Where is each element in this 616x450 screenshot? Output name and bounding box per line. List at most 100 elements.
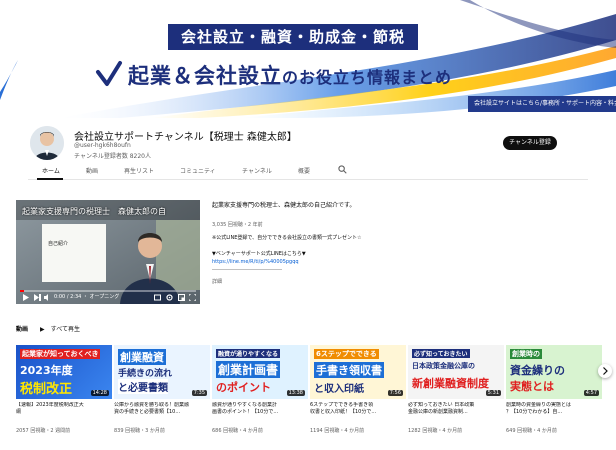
video-meta: 649 回視聴・4 か月前 — [506, 428, 557, 434]
thumbnail-caption: 起業家が知っておくべき — [20, 349, 101, 359]
settings-gear-icon[interactable] — [166, 294, 173, 301]
video-title-line: 収書と収入印紙！【10分で... — [310, 409, 377, 415]
featured-video-title[interactable]: 起業家支援専門の税理士、森健太郎の自己紹介です。 — [212, 200, 372, 209]
video-meta: 686 回視聴・4 か月前 — [212, 428, 263, 434]
video-meta: 839 回視聴・3 か月前 — [114, 428, 165, 434]
channel-handle: @user-hgk6h8oufn — [74, 142, 131, 149]
video-duration: 7:35 — [191, 390, 207, 396]
volume-icon[interactable] — [44, 294, 51, 301]
featured-video-description: 起業家支援専門の税理士、森健太郎の自己紹介です。 3,035 回視聴・2 年前 … — [212, 200, 372, 285]
play-all-button[interactable]: ▶ すべて再生 — [40, 324, 80, 333]
thumbnail-caption: のポイント — [216, 381, 271, 394]
thumbnail-caption: 創業時の — [510, 349, 542, 359]
channel-banner: 会社設立・融資・助成金・節税 起業＆会社設立のお役立ち情報まとめ 会社設立サイト… — [0, 0, 616, 118]
featured-inner-label: 自己紹介 — [48, 241, 69, 247]
miniplayer-icon[interactable] — [178, 294, 185, 301]
search-icon[interactable] — [338, 165, 347, 174]
thumbnail-caption: 2023年度 — [20, 364, 73, 377]
video-title-line: 綱 — [16, 409, 22, 415]
video-thumbnail[interactable]: 創業時の 資金繰りの 実態とは 4:57 — [506, 345, 602, 399]
video-duration: 13:38 — [286, 390, 305, 396]
avatar-person-icon — [30, 126, 64, 160]
video-duration: 7:56 — [387, 390, 403, 396]
video-title-line: 6ステップでできる手書き領 — [310, 402, 374, 408]
active-tab-underline — [37, 178, 63, 180]
channel-name: 会社設立サポートチャンネル【税理士 森健太郎】 — [74, 132, 297, 143]
thumbnail-caption: 新創業融資制度 — [412, 377, 489, 390]
thumbnail-caption: 手続きの流れ — [118, 369, 173, 379]
thumbnail-caption: 創業計画書 — [216, 361, 281, 378]
carousel-next-button[interactable] — [598, 364, 612, 378]
video-title-line: 【速報】2023年度税制改正大 — [16, 402, 84, 408]
thumbnail-caption: 必ず知っておきたい — [412, 349, 470, 358]
play-icon[interactable] — [22, 294, 29, 301]
thumbnail-caption: と収入印紙 — [314, 384, 364, 395]
video-thumbnail[interactable]: 必ず知っておきたい 日本政策金融公庫の 新創業融資制度 5:31 — [408, 345, 504, 399]
thumbnail-caption: 実態とは — [510, 380, 554, 393]
subscribe-button[interactable]: チャンネル登録 — [503, 136, 557, 150]
video-meta: 2057 回視聴・2 週間前 — [16, 428, 71, 434]
video-title[interactable]: 公庫から融資を勝ち取る！創業融 資の手続きと必要書類【10... — [114, 402, 210, 416]
banner-top-label: 会社設立・融資・助成金・節税 — [168, 24, 418, 50]
captions-icon[interactable] — [154, 294, 161, 301]
video-title[interactable]: 創業時の資金繰りの実態とは ？【10分でわかる】自... — [506, 402, 602, 416]
video-title-line: 金融公庫の新創業融資制... — [408, 409, 468, 415]
video-thumbnail[interactable]: 創業融資 手続きの流れ と必要書類 7:35 — [114, 345, 210, 399]
featured-video-stats: 3,035 回視聴・2 年前 — [212, 222, 263, 228]
video-thumbnail[interactable]: 起業家が知っておくべき 2023年度 税制改正 14:28 — [16, 345, 112, 399]
tab-community[interactable]: コミュニティ — [180, 166, 216, 175]
video-title-line: 融資が通りやすくなる創業計 — [212, 402, 278, 408]
chevron-right-icon — [603, 367, 608, 375]
banner-headline-sub: のお役立ち情報まとめ — [282, 68, 453, 87]
video-title-line: 画書のポイント！【10分で... — [212, 409, 279, 415]
videos-section-title[interactable]: 動画 — [16, 324, 28, 333]
video-title[interactable]: 6ステップでできる手書き領 収書と収入印紙！【10分で... — [310, 402, 406, 416]
thumbnail-caption: 6ステップでできる — [314, 349, 379, 359]
subscriber-count: チャンネル登録者数 8220人 — [74, 153, 151, 160]
video-title-line: 創業時の資金繰りの実態とは — [506, 402, 572, 408]
read-more-link[interactable]: 詳細 — [212, 278, 372, 285]
banner-headline: 起業＆会社設立のお役立ち情報まとめ — [128, 60, 452, 90]
video-thumbnail[interactable]: 6ステップでできる 手書き領収書 と収入印紙 7:56 — [310, 345, 406, 399]
video-title-line: 必ず知っておきたい 日本政策 — [408, 402, 475, 408]
description-separator: ―――――――――――――― — [212, 267, 282, 273]
channel-avatar[interactable] — [30, 126, 64, 160]
thumbnail-caption: 資金繰りの — [510, 364, 565, 377]
video-duration: 4:57 — [583, 390, 599, 396]
tab-channels[interactable]: チャンネル — [242, 166, 272, 175]
progress-bar[interactable] — [20, 290, 196, 292]
video-thumbnail[interactable]: 融資が通りやすくなる 創業計画書 のポイント 13:38 — [212, 345, 308, 399]
video-title-line: 公庫から融資を勝ち取る！創業融 — [114, 402, 190, 408]
thumbnail-caption: と必要書類 — [118, 379, 168, 394]
video-title[interactable]: 融資が通りやすくなる創業計 画書のポイント！【10分で... — [212, 402, 308, 416]
video-duration: 5:31 — [485, 390, 501, 396]
progress-fill — [20, 290, 24, 292]
video-meta: 1282 回視聴・4 か月前 — [408, 428, 463, 434]
banner-link[interactable]: 会社設立サイトはこちら/事務所・サポート内容・料金の詳細 — [468, 96, 616, 112]
fullscreen-icon[interactable] — [189, 294, 196, 301]
thumbnail-caption: 日本政策金融公庫の — [412, 362, 475, 370]
video-title[interactable]: 必ず知っておきたい 日本政策 金融公庫の新創業融資制... — [408, 402, 504, 416]
video-meta: 1194 回視聴・4 か月前 — [310, 428, 365, 434]
banner-headline-main: 起業＆会社設立 — [128, 64, 282, 88]
playback-time: 0:00 / 2:34 ・ オープニング — [54, 294, 120, 300]
thumbnail-caption: 創業融資 — [118, 349, 166, 365]
player-controls: 0:00 / 2:34 ・ オープニング — [16, 290, 200, 304]
channel-tabs: ホーム 動画 再生リスト コミュニティ チャンネル 概要 — [28, 162, 588, 180]
featured-video-player[interactable]: 起業家支援専門の税理士 森健太郎の自 — [16, 200, 200, 304]
check-icon — [96, 61, 122, 86]
tab-about[interactable]: 概要 — [298, 166, 310, 175]
description-link[interactable]: https://line.me/R/ti/p/%40005pgqq — [212, 258, 372, 266]
thumbnail-caption: 融資が通りやすくなる — [216, 349, 281, 358]
tab-playlists[interactable]: 再生リスト — [124, 166, 154, 175]
thumbnail-caption: 税制改正 — [20, 382, 73, 397]
tab-videos[interactable]: 動画 — [86, 166, 98, 175]
video-title-line: 資の手続きと必要書類【10... — [114, 409, 181, 415]
video-title-line: ？【10分でわかる】自... — [506, 409, 563, 415]
featured-video-title-overlay: 起業家支援専門の税理士 森健太郎の自 — [22, 207, 166, 216]
tab-home[interactable]: ホーム — [42, 166, 60, 175]
video-title[interactable]: 【速報】2023年度税制改正大 綱 — [16, 402, 112, 416]
description-line: ※公式LINE登録で、自分でできる会社設立の書類一式プレゼント☆ — [212, 235, 362, 241]
thumbnail-caption: 手書き領収書 — [314, 362, 384, 378]
next-track-icon[interactable] — [34, 294, 41, 301]
